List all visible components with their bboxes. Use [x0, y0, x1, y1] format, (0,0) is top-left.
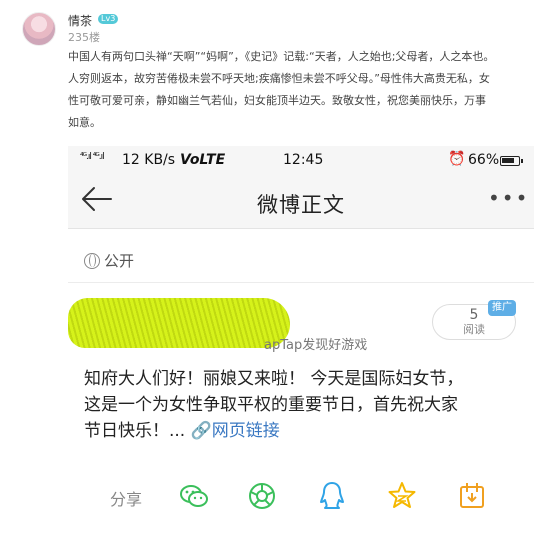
embedded-screenshot: ⁴ᴳ.ıl ⁴ᴳ.ıl 12 KB/s VoLTE 12:45 ⏰ 66% 微博… [68, 146, 534, 544]
favorite-icon[interactable] [456, 480, 488, 512]
level-badge: Lv3 [98, 14, 119, 24]
page-title: 微博正文 [257, 193, 345, 217]
web-link[interactable]: 🔗网页链接 [191, 421, 280, 441]
share-label: 分享 [110, 490, 143, 509]
post-body: 知府大人们好！丽娘又来啦！ 今天是国际妇女节， 这是一个为女性争取平权的重要节日… [84, 366, 528, 444]
volte-indicator: VoLTE [180, 152, 226, 168]
share-row: 分享 [68, 480, 534, 514]
post-line: 知府大人们好！丽娘又来啦！ 今天是国际妇女节， [84, 369, 464, 389]
redaction-scribble [68, 298, 290, 348]
post-line: 这是一个为女性争取平权的重要节日，首先祝大家 [84, 395, 458, 415]
wechat-icon[interactable] [178, 480, 210, 512]
moments-icon[interactable] [246, 480, 278, 512]
promo-tag: 推广 [488, 300, 516, 316]
avatar[interactable] [22, 12, 56, 46]
visibility-label: 公开 [84, 250, 134, 271]
floor-number: 235楼 [68, 31, 100, 44]
divider [68, 282, 534, 283]
globe-icon [84, 253, 100, 269]
visibility-text: 公开 [104, 252, 135, 270]
comment-line: 性可敬可爱可亲，静如幽兰气若仙，妇女能顶半边天。致敬女性，祝您美丽快乐，万事 [68, 94, 486, 107]
read-label: 阅读 [463, 323, 485, 336]
status-time: 12:45 [283, 152, 324, 168]
post-line-text: 节日快乐！... [84, 421, 191, 441]
battery-percent: 66% [468, 152, 500, 168]
status-bar: ⁴ᴳ.ıl ⁴ᴳ.ıl 12 KB/s VoLTE 12:45 ⏰ 66% [68, 146, 534, 176]
nav-bar: 微博正文 ••• [68, 176, 534, 229]
comment-text: 中国人有两句口头禅“天啊”“妈啊”，《史记》记载:“天者，人之始也;父母者，人之… [68, 46, 532, 134]
network-speed: 12 KB/s [122, 152, 176, 168]
qzone-icon[interactable] [386, 480, 418, 512]
signal-icon: ⁴ᴳ.ıl ⁴ᴳ.ıl [80, 152, 105, 162]
more-menu-icon[interactable]: ••• [488, 186, 529, 210]
battery-icon [500, 156, 523, 166]
post-source[interactable]: apTap发现好游戏 [264, 334, 367, 353]
qq-icon[interactable] [316, 480, 348, 512]
comment-line: 人穷则返本，故穷苦倦极未尝不呼天地;疾痛惨怛未尝不呼父母。”母性伟大高贵无私，女 [68, 72, 490, 85]
comment-line: 如意。 [68, 116, 101, 129]
username[interactable]: 情茶 [68, 12, 92, 29]
alarm-icon: ⏰ [448, 151, 466, 167]
web-link-text[interactable]: 网页链接 [212, 421, 280, 441]
link-icon: 🔗 [190, 421, 212, 441]
post-line-last: 节日快乐！... 🔗网页链接 [84, 418, 528, 444]
comment-line: 中国人有两句口头禅“天啊”“妈啊”，《史记》记载:“天者，人之始也;父母者，人之… [68, 50, 495, 63]
